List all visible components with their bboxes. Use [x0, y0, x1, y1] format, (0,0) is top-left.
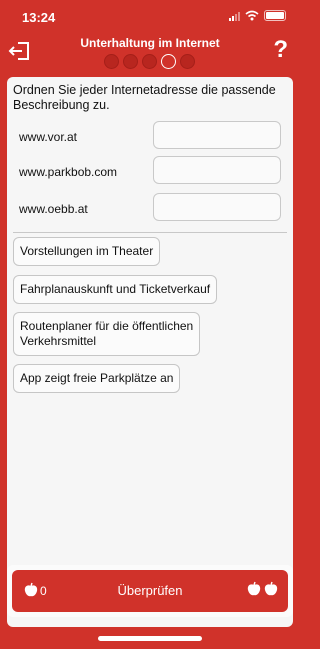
- help-button[interactable]: ?: [273, 36, 288, 64]
- answer-chip[interactable]: Fahrplanauskunft und Ticketverkauf: [13, 275, 218, 304]
- progress-dot: [180, 54, 195, 69]
- status-icons: [229, 10, 286, 21]
- url-label: www.parkbob.com: [19, 165, 118, 179]
- progress-dot-current: [161, 54, 176, 69]
- match-row: www.oebb.at: [7, 193, 293, 223]
- progress-dot: [123, 54, 138, 69]
- drop-target[interactable]: [153, 156, 281, 184]
- header: Unterhaltung im Internet ?: [0, 30, 300, 72]
- url-label: www.oebb.at: [19, 202, 88, 216]
- match-row: www.parkbob.com: [7, 156, 293, 186]
- battery-icon: [264, 10, 286, 21]
- drop-target[interactable]: [153, 121, 281, 149]
- progress-dot: [142, 54, 157, 69]
- drop-target[interactable]: [153, 193, 281, 221]
- exercise-card: Ordnen Sie jeder Internetadresse die pas…: [7, 77, 293, 627]
- instruction-text: Ordnen Sie jeder Internetadresse die pas…: [13, 83, 276, 112]
- check-button[interactable]: 0 Überprüfen: [12, 570, 288, 612]
- progress-indicator: [104, 54, 195, 69]
- status-bar: 13:24: [0, 0, 300, 30]
- cellular-signal-icon: [229, 11, 240, 21]
- url-label: www.vor.at: [19, 130, 78, 144]
- answer-chip[interactable]: Vorstellungen im Theater: [13, 237, 161, 266]
- wifi-icon: [245, 10, 259, 21]
- progress-dot: [104, 54, 119, 69]
- apple-icons: [247, 581, 278, 597]
- match-row: www.vor.at: [7, 121, 293, 151]
- status-time: 13:24: [22, 10, 56, 25]
- divider: [13, 232, 287, 233]
- apple-icon: [247, 581, 261, 596]
- answer-chip[interactable]: Routenplaner für die öffentlichen Verkeh…: [13, 312, 201, 356]
- page-title: Unterhaltung im Internet: [80, 36, 220, 50]
- answer-chip[interactable]: App zeigt freie Parkplätze an: [13, 364, 181, 393]
- home-indicator: [98, 636, 202, 641]
- bottom-bar: 0 Überprüfen: [7, 565, 293, 617]
- apple-icon: [264, 581, 278, 596]
